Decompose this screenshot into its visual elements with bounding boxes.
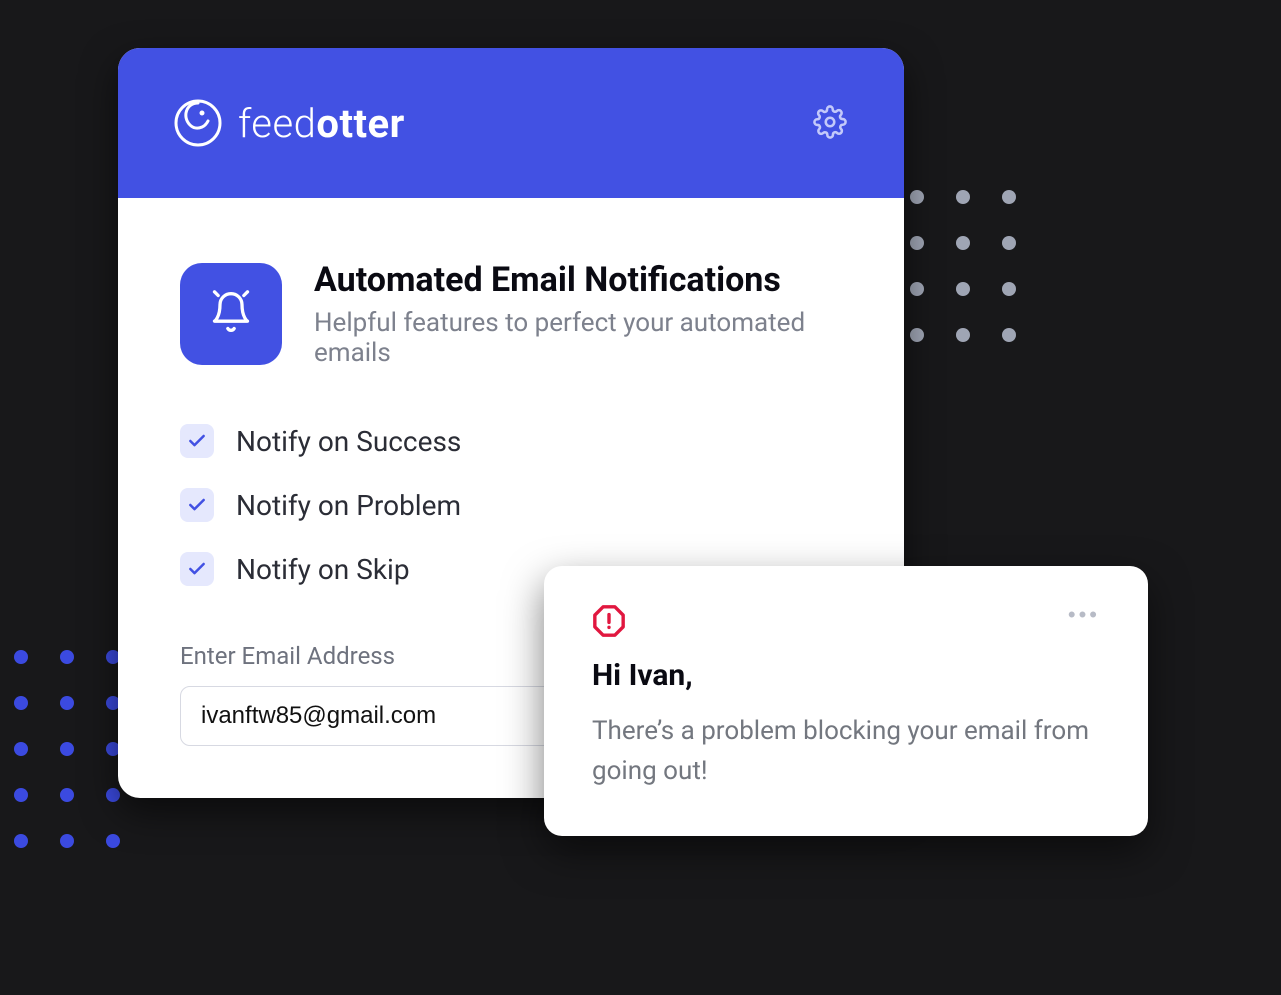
- brand-logo-icon: [172, 97, 224, 149]
- notification-popup: ••• Hi Ivan, There’s a problem blocking …: [544, 566, 1148, 836]
- popup-greeting: Hi Ivan,: [592, 658, 1100, 693]
- popup-body: There’s a problem blocking your email fr…: [592, 711, 1100, 792]
- section-header: Automated Email Notifications Helpful fe…: [180, 260, 842, 368]
- bell-tile: [180, 263, 282, 365]
- option-label: Notify on Skip: [236, 553, 410, 586]
- checkbox-icon: [180, 424, 214, 458]
- more-horizontal-icon: •••: [1068, 602, 1100, 627]
- settings-button[interactable]: [810, 103, 850, 143]
- checkbox-icon: [180, 552, 214, 586]
- section-subtitle: Helpful features to perfect your automat…: [314, 308, 842, 368]
- brand-logo-text: feedotter: [238, 100, 405, 147]
- options-list: Notify on Success Notify on Problem Noti…: [180, 424, 842, 586]
- option-label: Notify on Problem: [236, 489, 461, 522]
- gear-icon: [813, 105, 847, 142]
- option-notify-problem[interactable]: Notify on Problem: [180, 488, 842, 522]
- checkbox-icon: [180, 488, 214, 522]
- option-label: Notify on Success: [236, 425, 461, 458]
- decorative-dots-blue: [14, 650, 120, 848]
- section-title: Automated Email Notifications: [314, 260, 842, 300]
- alert-octagon-icon: [592, 604, 626, 642]
- more-button[interactable]: •••: [1068, 604, 1100, 626]
- decorative-dots-gray: [910, 190, 1016, 342]
- brand-logo: feedotter: [172, 97, 405, 149]
- option-notify-success[interactable]: Notify on Success: [180, 424, 842, 458]
- card-header: feedotter: [118, 48, 904, 198]
- bell-icon: [209, 290, 253, 338]
